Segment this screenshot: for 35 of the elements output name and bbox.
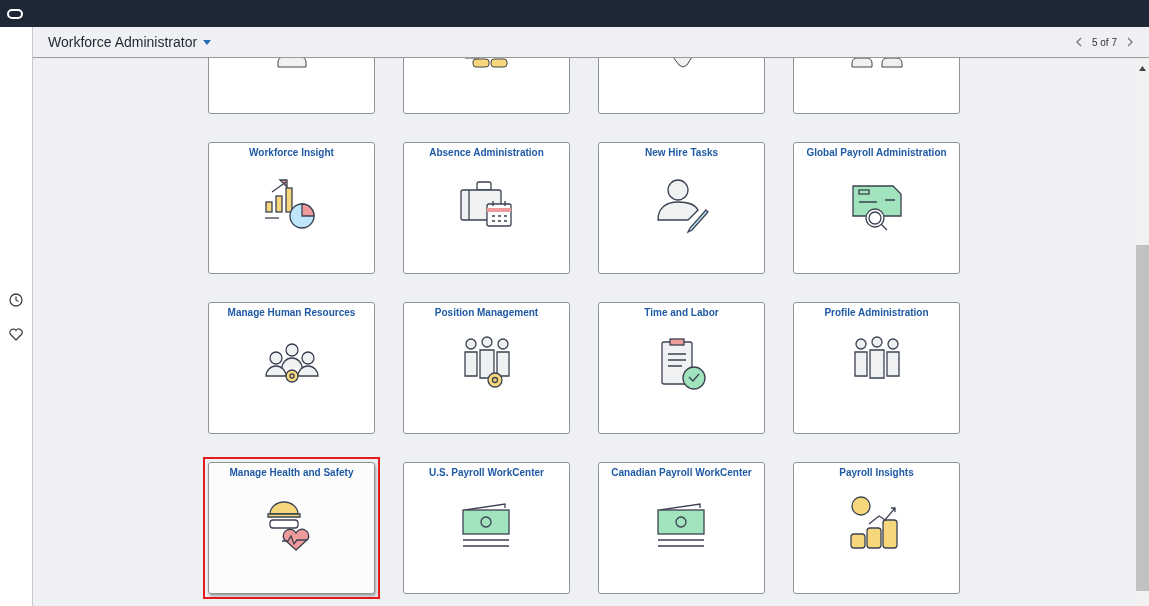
previous-icon[interactable] [1075, 37, 1082, 47]
tile-card[interactable]: U.S. Payroll WorkCenter [403, 462, 570, 594]
heart-icon[interactable] [9, 328, 23, 341]
tile-card[interactable]: Canadian Payroll WorkCenter [598, 462, 765, 594]
clock-icon[interactable] [9, 293, 23, 307]
tile-title: Time and Labor [644, 307, 719, 318]
scroll-up-icon [1139, 66, 1146, 71]
tile-card[interactable]: Global Payroll Administration [793, 142, 960, 274]
tile-card[interactable]: Absence Administration [403, 142, 570, 274]
tile-card[interactable]: New Hire Tasks [598, 142, 765, 274]
workspace-menu[interactable]: Workforce Administrator [48, 34, 212, 50]
people-icon [850, 58, 903, 68]
tile-card[interactable]: Payroll Insights [793, 462, 960, 594]
logo-icon[interactable] [7, 8, 23, 19]
page-counter: 5 of 7 [1091, 36, 1117, 48]
tile-title: Profile Administration [824, 307, 929, 318]
tile-title: Global Payroll Administration [806, 147, 947, 158]
tile-card[interactable]: Manage Health and Safety [208, 462, 375, 594]
tile-title: Manage Health and Safety [229, 467, 354, 478]
coins-icon [464, 58, 509, 68]
tile-title: U.S. Payroll WorkCenter [429, 467, 544, 478]
next-icon[interactable] [1127, 37, 1133, 47]
tile-card[interactable]: Position Management [403, 302, 570, 434]
tile-title: Position Management [434, 307, 539, 318]
tile-title: New Hire Tasks [644, 147, 719, 158]
tile-title: Workforce Insight [249, 147, 334, 158]
tile-title: Manage Human Resources [227, 307, 356, 318]
caret-icon [203, 39, 212, 45]
tile-card[interactable]: Profile Administration [793, 302, 960, 434]
tile-card[interactable]: Workforce Insight [208, 142, 375, 274]
tile-card[interactable]: Manage Human Resources [208, 302, 375, 434]
tile-title: Canadian Payroll WorkCenter [611, 467, 752, 478]
tile-title: Payroll Insights [839, 467, 914, 478]
tile-card[interactable]: Time and Labor [598, 302, 765, 434]
tile-title: Absence Administration [429, 147, 544, 158]
